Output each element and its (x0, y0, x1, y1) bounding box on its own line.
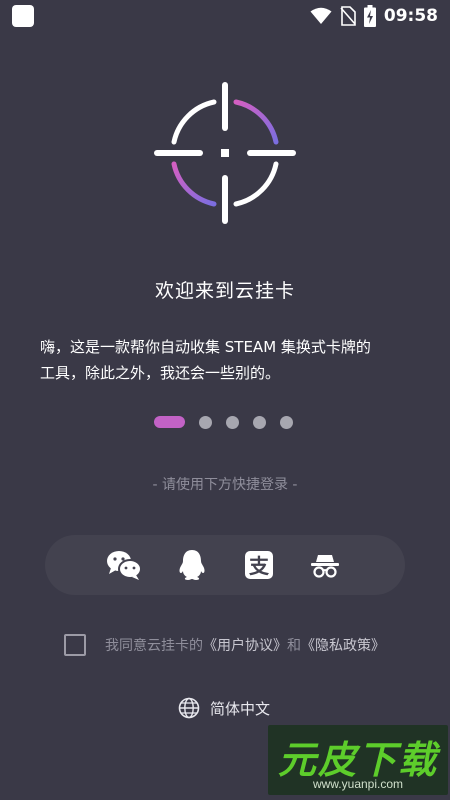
user-agreement-link[interactable]: 《用户协议》 (203, 635, 287, 655)
watermark-url: www.yuanpi.com (312, 777, 404, 791)
site-watermark: 元皮下载 www.yuanpi.com (268, 725, 448, 795)
qq-login-button[interactable] (174, 547, 210, 583)
page-indicator (154, 415, 293, 429)
language-selector[interactable]: 简体中文 (178, 696, 270, 720)
qq-icon (179, 550, 205, 580)
svg-text:支: 支 (249, 554, 270, 578)
status-bar: 09:58 (0, 0, 450, 32)
globe-icon (178, 697, 200, 719)
page-dot[interactable] (226, 415, 239, 429)
no-sim-icon (340, 6, 356, 26)
page-dot[interactable] (199, 415, 212, 429)
login-methods-panel: 支 (45, 535, 405, 595)
privacy-policy-link[interactable]: 《隐私政策》 (301, 635, 385, 655)
wechat-icon (107, 551, 142, 580)
wechat-login-button[interactable] (106, 547, 142, 583)
watermark-title: 元皮下载 (277, 738, 438, 782)
page-dot-active[interactable] (154, 416, 185, 428)
wifi-icon (310, 7, 332, 24)
status-icons: 09:58 (310, 4, 438, 28)
status-time: 09:58 (383, 6, 438, 26)
description-line-1: 嗨，这是一款帮你自动收集 STEAM 集换式卡牌的 (40, 338, 371, 356)
incognito-icon (311, 555, 339, 578)
incognito-login-button[interactable] (307, 547, 343, 583)
alipay-icon: 支 (245, 551, 273, 579)
agreement-and: 和 (287, 638, 301, 654)
welcome-description: 嗨，这是一款帮你自动收集 STEAM 集换式卡牌的 工具，除此之外，我还会一些别… (40, 334, 420, 386)
quick-login-prompt: - 请使用下方快捷登录 - (152, 477, 298, 493)
crosshair-logo-icon (154, 82, 296, 224)
agreement-prefix: 我同意云挂卡的 (105, 638, 203, 654)
language-label: 简体中文 (210, 699, 271, 718)
battery-charging-icon (363, 5, 376, 27)
agreement-row: 我同意云挂卡的 《用户协议》 和 《隐私政策》 (64, 633, 385, 657)
welcome-title: 欢迎来到云挂卡 (154, 280, 295, 302)
page-dot[interactable] (280, 415, 293, 429)
description-line-2: 工具，除此之外，我还会一些别的。 (40, 364, 281, 382)
app-icon (12, 5, 34, 27)
agreement-checkbox[interactable] (64, 634, 86, 656)
page-dot[interactable] (253, 415, 266, 429)
alipay-login-button[interactable]: 支 (241, 547, 277, 583)
